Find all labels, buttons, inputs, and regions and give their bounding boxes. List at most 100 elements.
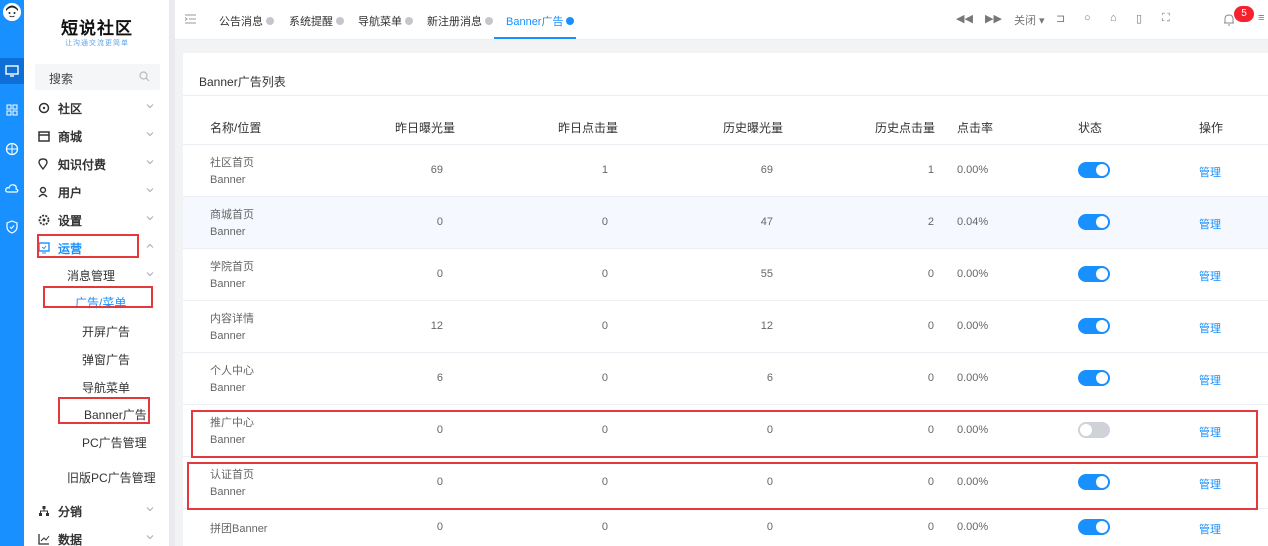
- submenu-banner-ad[interactable]: Banner广告: [84, 406, 147, 423]
- close-icon[interactable]: [336, 17, 344, 25]
- scroll-right-icon[interactable]: ▶▶: [985, 12, 1002, 25]
- search-icon: [139, 71, 150, 82]
- sidebar-item-users[interactable]: 用户: [24, 181, 170, 203]
- yesterday-exposure: 6: [436, 372, 443, 384]
- avatar-icon[interactable]: [3, 3, 21, 21]
- submenu-pc-ad[interactable]: PC广告管理: [82, 434, 147, 451]
- close-icon[interactable]: [566, 17, 575, 25]
- home-icon[interactable]: ⌂: [1110, 12, 1117, 24]
- total-exposure: 47: [760, 216, 773, 228]
- manage-link[interactable]: 管理: [1199, 424, 1221, 440]
- sidebar-item-knowledge[interactable]: 知识付费: [24, 153, 170, 175]
- close-tabs-dropdown[interactable]: 关闭 ▾: [1014, 12, 1045, 28]
- submenu-nav-menu[interactable]: 导航菜单: [82, 379, 130, 396]
- tab-label: 导航菜单: [358, 16, 402, 28]
- divider: [183, 95, 1268, 96]
- click-rate: 0.00%: [957, 372, 989, 384]
- close-icon[interactable]: [405, 17, 413, 25]
- shield-icon[interactable]: [0, 214, 24, 240]
- search-input[interactable]: 搜索: [35, 64, 160, 90]
- sidebar: 短说社区 让沟通交流更简单 搜索 社区 商城 知识付费 用户 设置 运营 消息管…: [24, 0, 170, 546]
- banner-location: 拼团Banner: [210, 523, 268, 535]
- chevron-down-icon: [146, 507, 154, 512]
- click-rate: 0.00%: [957, 521, 989, 533]
- tab-label: 新注册消息: [427, 16, 482, 28]
- sidebar-item-shop[interactable]: 商城: [24, 125, 170, 147]
- total-clicks: 0: [927, 476, 934, 488]
- close-icon[interactable]: [266, 17, 274, 25]
- monitor-icon[interactable]: [0, 58, 24, 84]
- tab-banner-ad[interactable]: Banner广告: [506, 13, 575, 29]
- total-clicks: 1: [927, 164, 934, 176]
- sidebar-item-label: 知识付费: [58, 157, 107, 172]
- status-toggle[interactable]: [1078, 370, 1110, 386]
- yesterday-exposure: 0: [436, 521, 443, 533]
- sidebar-item-label: 数据: [58, 532, 83, 546]
- globe-icon[interactable]: [0, 136, 24, 162]
- yesterday-clicks: 0: [601, 216, 608, 228]
- table-row: 商城首页 Banner 0 0 47 2 0.04% 管理: [183, 196, 1268, 248]
- refresh-icon[interactable]: ○: [1084, 12, 1091, 24]
- more-menu-icon[interactable]: ≡: [1258, 12, 1264, 24]
- sidebar-item-operation[interactable]: 运营: [24, 237, 170, 259]
- mobile-icon[interactable]: ▯: [1136, 12, 1142, 25]
- total-exposure: 55: [760, 268, 773, 280]
- cloud-icon[interactable]: [0, 175, 24, 201]
- logo[interactable]: 短说社区 让沟通交流更简单: [24, 0, 170, 56]
- tab-announcement[interactable]: 公告消息: [219, 13, 274, 29]
- sidebar-item-data[interactable]: 数据: [24, 528, 170, 546]
- banner-type: Banner: [210, 330, 246, 342]
- table-row: 推广中心 Banner 0 0 0 0 0.00% 管理: [183, 404, 1268, 456]
- manage-link[interactable]: 管理: [1199, 372, 1221, 388]
- close-icon[interactable]: [485, 17, 493, 25]
- status-toggle[interactable]: [1078, 214, 1110, 230]
- operation-icon: [38, 242, 52, 254]
- sidebar-item-community[interactable]: 社区: [24, 97, 170, 119]
- status-toggle[interactable]: [1078, 474, 1110, 490]
- total-exposure: 69: [760, 164, 773, 176]
- banner-location: 内容详情: [210, 313, 254, 325]
- total-clicks: 0: [927, 268, 934, 280]
- fullscreen-icon[interactable]: ⛶: [1162, 12, 1170, 25]
- manage-link[interactable]: 管理: [1199, 320, 1221, 336]
- chevron-down-icon: [146, 160, 154, 165]
- fold-icon[interactable]: ⊐: [1056, 12, 1065, 25]
- scroll-left-icon[interactable]: ◀◀: [956, 12, 973, 25]
- manage-link[interactable]: 管理: [1199, 164, 1221, 180]
- sidebar-item-settings[interactable]: 设置: [24, 209, 170, 231]
- tab-new-register[interactable]: 新注册消息: [427, 13, 493, 29]
- manage-link[interactable]: 管理: [1199, 521, 1221, 537]
- status-toggle[interactable]: [1078, 266, 1110, 282]
- yesterday-clicks: 0: [601, 320, 608, 332]
- sidebar-item-distribution[interactable]: 分销: [24, 500, 170, 522]
- manage-link[interactable]: 管理: [1199, 476, 1221, 492]
- manage-link[interactable]: 管理: [1199, 216, 1221, 232]
- submenu-splash-ad[interactable]: 开屏广告: [82, 323, 130, 340]
- status-toggle[interactable]: [1078, 318, 1110, 334]
- submenu-message-mgmt[interactable]: 消息管理: [67, 267, 115, 284]
- menu-collapse-icon[interactable]: [185, 14, 196, 24]
- grid-icon[interactable]: [0, 97, 24, 123]
- icon-rail: [0, 0, 24, 546]
- tab-system-reminder[interactable]: 系统提醒: [289, 13, 344, 29]
- tab-nav-menu[interactable]: 导航菜单: [358, 13, 413, 29]
- total-clicks: 0: [927, 320, 934, 332]
- status-toggle[interactable]: [1078, 519, 1110, 535]
- submenu-ad-menu[interactable]: 广告/菜单: [75, 294, 126, 311]
- status-toggle[interactable]: [1078, 422, 1110, 438]
- status-toggle[interactable]: [1078, 162, 1110, 178]
- yesterday-exposure: 69: [430, 164, 443, 176]
- banner-type: Banner: [210, 226, 246, 238]
- manage-link[interactable]: 管理: [1199, 268, 1221, 284]
- chevron-down-icon: [146, 132, 154, 137]
- notification-badge: 5: [1234, 6, 1254, 22]
- chevron-down-icon: [146, 104, 154, 109]
- submenu-legacy-pc-ad[interactable]: 旧版PC广告管理: [67, 469, 156, 486]
- banner-list-card: Banner广告列表 名称/位置 昨日曝光量 昨日点击量 历史曝光量 历史点击量…: [183, 53, 1268, 546]
- banner-location: 认证首页: [210, 469, 254, 481]
- banner-name: 个人中心 Banner: [210, 363, 254, 397]
- table-row: 学院首页 Banner 0 0 55 0 0.00% 管理: [183, 248, 1268, 300]
- submenu-popup-ad[interactable]: 弹窗广告: [82, 351, 130, 368]
- yesterday-clicks: 0: [601, 372, 608, 384]
- table-row: 认证首页 Banner 0 0 0 0 0.00% 管理: [183, 456, 1268, 508]
